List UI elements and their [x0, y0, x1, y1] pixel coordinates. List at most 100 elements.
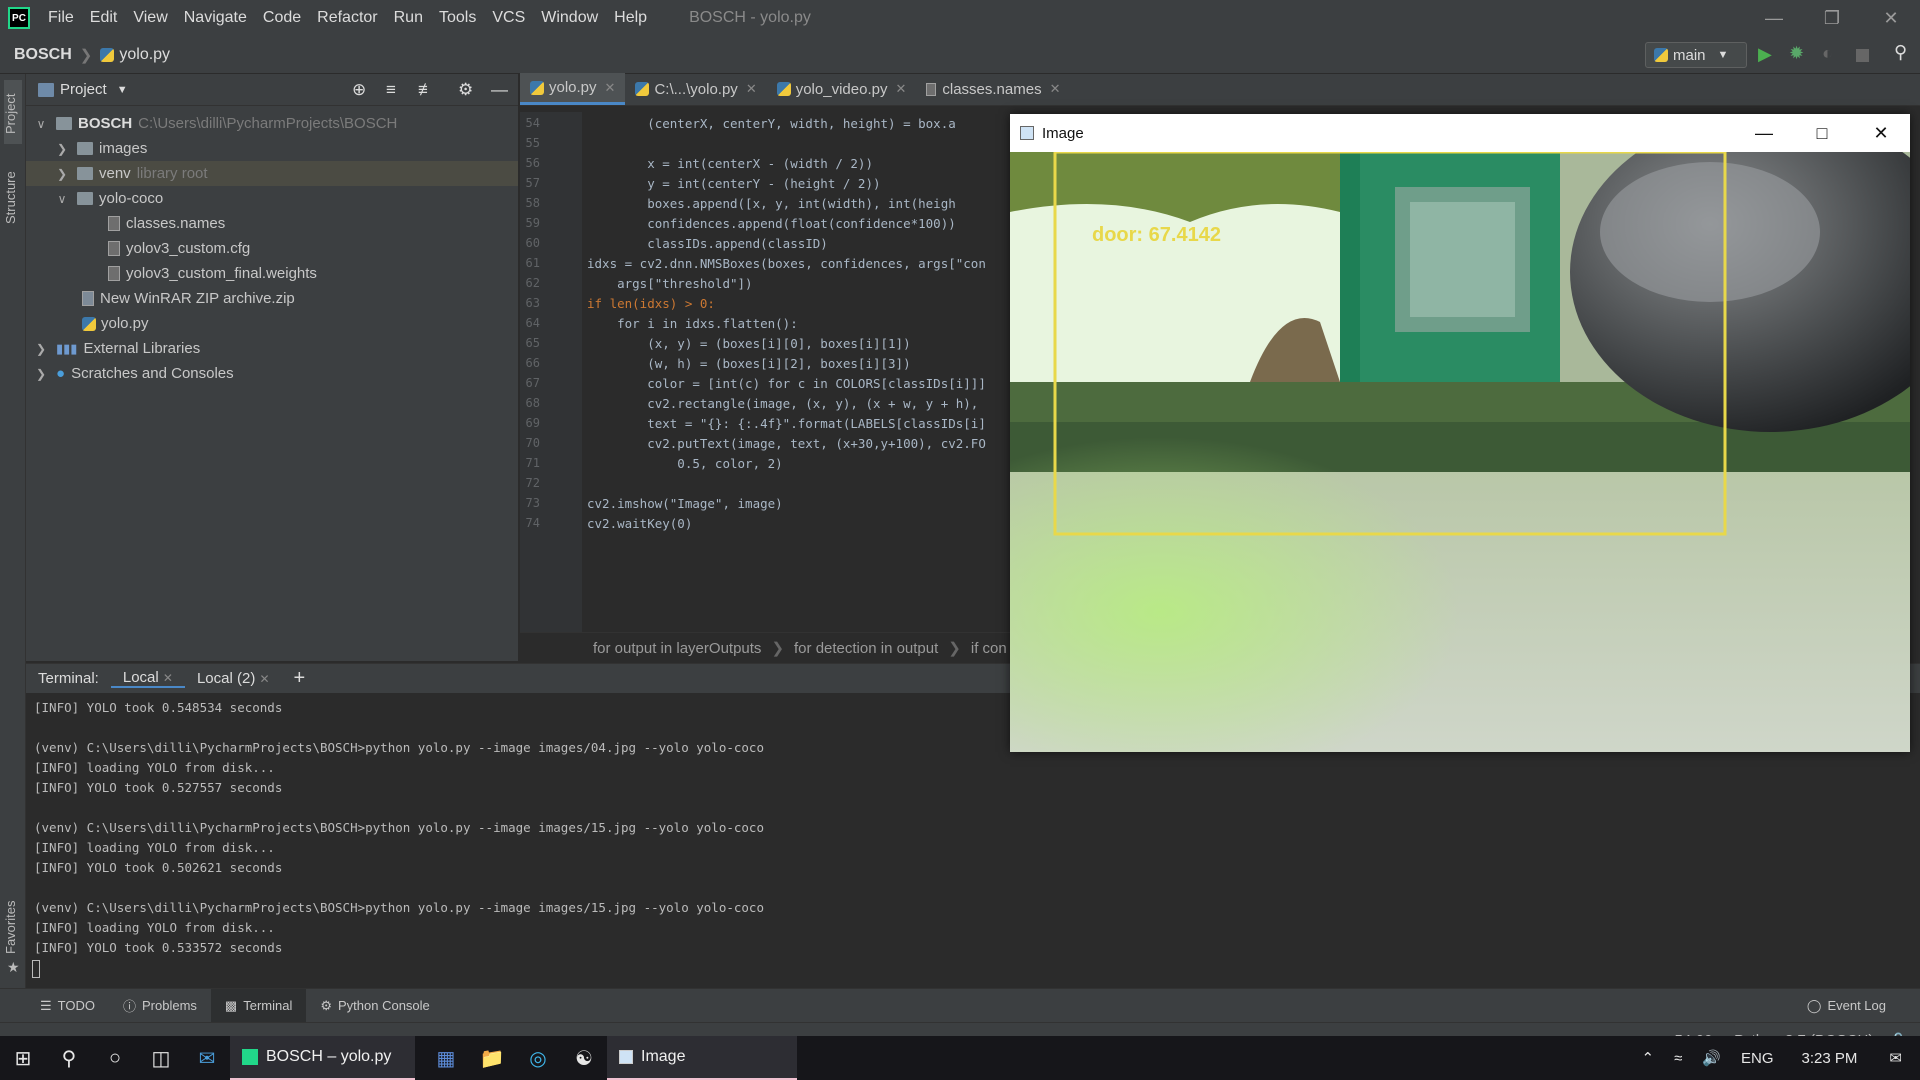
- tool-tab-problems[interactable]: ⓘ Problems: [109, 989, 211, 1023]
- run-configuration-select[interactable]: main ▼: [1645, 42, 1747, 68]
- menu-window[interactable]: Window: [533, 9, 606, 27]
- search-icon[interactable]: ⚲: [46, 1036, 92, 1080]
- expand-arrow-icon[interactable]: ❯: [55, 142, 69, 156]
- menu-edit[interactable]: Edit: [82, 9, 126, 27]
- bottom-tool-tabs: ☰ TODO ⓘ Problems ▩ Terminal ⚙ Python Consol…: [0, 988, 1920, 1023]
- taskbar-app-pycharm[interactable]: BOSCH – yolo.py: [230, 1036, 415, 1080]
- menu-vcs[interactable]: VCS: [484, 9, 533, 27]
- hide-panel-icon[interactable]: —: [491, 80, 508, 100]
- tree-item-bosch[interactable]: ∨ BOSCH C:\Users\dilli\PycharmProjects\B…: [26, 111, 518, 136]
- line-number: 66: [525, 356, 540, 370]
- cortana-icon[interactable]: ○: [92, 1036, 138, 1080]
- terminal-line: [INFO] loading YOLO from disk...: [34, 760, 275, 775]
- maximize-icon[interactable]: □: [1793, 114, 1851, 152]
- breadcrumb-file[interactable]: yolo.py: [119, 46, 170, 64]
- tree-item-label: External Libraries: [83, 340, 201, 357]
- tab-classes-names[interactable]: classes.names ✕: [916, 73, 1070, 105]
- expand-all-icon[interactable]: ≡: [386, 80, 396, 100]
- close-icon[interactable]: ✕: [1852, 114, 1910, 152]
- image-window-titlebar[interactable]: Image — □ ✕: [1010, 114, 1910, 152]
- close-tab-icon[interactable]: ✕: [746, 81, 757, 97]
- notifications-icon[interactable]: ✉: [1889, 1049, 1902, 1067]
- tree-item-yolo-coco[interactable]: ∨ yolo-coco: [26, 186, 518, 211]
- mail-icon[interactable]: ✉: [184, 1036, 230, 1080]
- menu-code[interactable]: Code: [255, 9, 309, 27]
- menu-help[interactable]: Help: [606, 9, 655, 27]
- breadcrumb-project[interactable]: BOSCH: [14, 46, 72, 64]
- calculator-icon[interactable]: ▦: [423, 1036, 469, 1080]
- image-window[interactable]: Image — □ ✕ door: 67.4142: [1010, 114, 1910, 752]
- show-hidden-icons-icon[interactable]: ⌃: [1642, 1049, 1655, 1067]
- input-language[interactable]: ENG: [1741, 1050, 1774, 1067]
- expand-arrow-icon[interactable]: ❯: [55, 167, 69, 181]
- taskbar-app-image[interactable]: Image: [607, 1036, 797, 1080]
- project-panel-title[interactable]: Project: [60, 81, 107, 98]
- python-icon[interactable]: ☯: [561, 1036, 607, 1080]
- tree-item-yolo-py[interactable]: yolo.py: [26, 311, 518, 336]
- debug-icon[interactable]: ✹: [1789, 43, 1804, 64]
- menu-view[interactable]: View: [125, 9, 175, 27]
- tool-tab-python-console[interactable]: ⚙ Python Console: [306, 989, 443, 1023]
- tree-item-scratches[interactable]: ❯ ● Scratches and Consoles: [26, 361, 518, 386]
- tool-tab-favorites[interactable]: Favorites: [3, 901, 18, 954]
- restore-icon[interactable]: ❐: [1803, 0, 1861, 36]
- tree-item-images[interactable]: ❯ images: [26, 136, 518, 161]
- expand-arrow-icon[interactable]: ❯: [34, 342, 48, 356]
- tool-tab-project[interactable]: Project: [3, 94, 18, 134]
- menu-refactor[interactable]: Refactor: [309, 9, 385, 27]
- close-tab-icon[interactable]: ✕: [605, 80, 616, 96]
- tool-tab-todo[interactable]: ☰ TODO: [26, 989, 109, 1023]
- volume-icon[interactable]: 🔊: [1702, 1049, 1721, 1067]
- windows-start-icon[interactable]: ⊞: [0, 1036, 46, 1080]
- gear-icon[interactable]: ⚙: [458, 80, 473, 100]
- menu-tools[interactable]: Tools: [431, 9, 484, 27]
- code-breadcrumb-item[interactable]: for detection in output: [794, 640, 938, 657]
- locate-file-icon[interactable]: ⊕: [352, 80, 366, 100]
- line-number-gutter: [520, 112, 582, 632]
- run-icon[interactable]: ▶: [1758, 44, 1772, 65]
- tree-item-classes-names[interactable]: classes.names: [26, 211, 518, 236]
- minimize-icon[interactable]: —: [1745, 0, 1803, 36]
- code-breadcrumb-item[interactable]: if con: [971, 640, 1007, 657]
- tree-item-label: yolov3_custom.cfg: [126, 240, 251, 257]
- detection-label: door: 67.4142: [1092, 224, 1221, 246]
- expand-arrow-icon[interactable]: ❯: [34, 367, 48, 381]
- clock[interactable]: 3:23 PM: [1802, 1050, 1858, 1067]
- chevron-down-icon[interactable]: ▼: [117, 84, 128, 96]
- menu-run[interactable]: Run: [386, 9, 431, 27]
- terminal-tab-local[interactable]: Local ✕: [110, 669, 185, 688]
- file-explorer-icon[interactable]: 📁: [469, 1036, 515, 1080]
- tab-yolo-py[interactable]: yolo.py ✕: [520, 73, 626, 105]
- close-icon[interactable]: ✕: [1862, 0, 1920, 36]
- expand-arrow-icon[interactable]: ∨: [55, 192, 69, 206]
- stop-icon[interactable]: [1856, 49, 1869, 62]
- wifi-icon[interactable]: ≈: [1674, 1050, 1682, 1067]
- menu-navigate[interactable]: Navigate: [176, 9, 255, 27]
- tree-item-cfg[interactable]: yolov3_custom.cfg: [26, 236, 518, 261]
- code-breadcrumb-item[interactable]: for output in layerOutputs: [593, 640, 761, 657]
- menu-file[interactable]: File: [40, 9, 82, 27]
- minimize-icon[interactable]: —: [1735, 114, 1793, 152]
- tree-item-venv[interactable]: ❯ venv library root: [26, 161, 518, 186]
- coverage-icon[interactable]: ◐: [1822, 43, 1833, 64]
- expand-arrow-icon[interactable]: ∨: [34, 117, 48, 131]
- close-tab-icon[interactable]: ✕: [1050, 81, 1061, 97]
- search-icon[interactable]: ⚲: [1894, 42, 1907, 63]
- close-tab-icon[interactable]: ✕: [895, 81, 906, 97]
- terminal-tab-local-2[interactable]: Local (2) ✕: [185, 670, 282, 687]
- line-number: 60: [525, 236, 540, 250]
- close-tab-icon[interactable]: ✕: [259, 672, 269, 686]
- tab-yolo-video-py[interactable]: yolo_video.py ✕: [767, 73, 917, 105]
- tab-other-yolo-py[interactable]: C:\...\yolo.py ✕: [625, 73, 766, 105]
- close-tab-icon[interactable]: ✕: [163, 671, 173, 685]
- collapse-all-icon[interactable]: ≢: [418, 80, 435, 100]
- tree-item-zip[interactable]: New WinRAR ZIP archive.zip: [26, 286, 518, 311]
- event-log-button[interactable]: ◯ Event Log: [1793, 989, 1900, 1023]
- tool-tab-terminal[interactable]: ▩ Terminal: [210, 988, 307, 1023]
- tree-item-weights[interactable]: yolov3_custom_final.weights: [26, 261, 518, 286]
- tool-tab-structure[interactable]: Structure: [3, 171, 18, 224]
- task-view-icon[interactable]: ◫: [138, 1036, 184, 1080]
- edge-icon[interactable]: ◎: [515, 1036, 561, 1080]
- add-terminal-icon[interactable]: +: [282, 667, 318, 690]
- tree-item-external-libraries[interactable]: ❯ ▮▮▮ External Libraries: [26, 336, 518, 361]
